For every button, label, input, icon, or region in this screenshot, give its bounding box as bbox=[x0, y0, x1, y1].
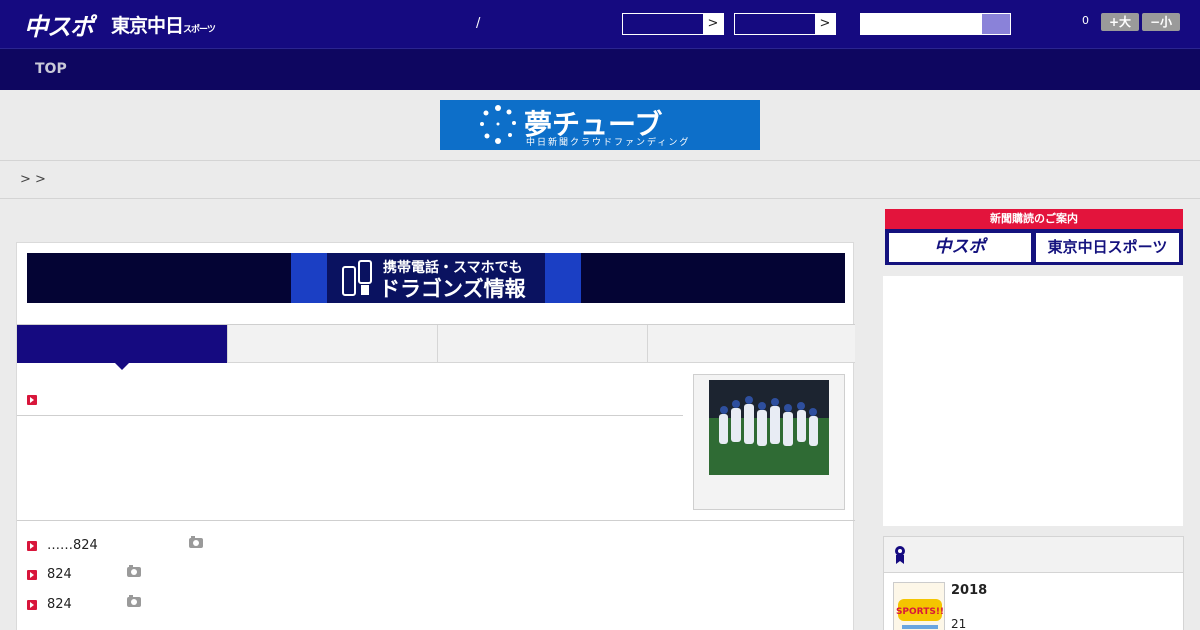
divider bbox=[0, 198, 1200, 199]
search-input[interactable] bbox=[861, 15, 981, 35]
camera-icon bbox=[127, 595, 141, 607]
dots-circle-icon bbox=[480, 105, 516, 144]
category-select-2[interactable]: > bbox=[734, 13, 836, 35]
tokyo-chunichi-logo-text: 東京中日 bbox=[111, 15, 184, 37]
ad-slot[interactable] bbox=[883, 276, 1183, 526]
chevron-right-icon[interactable]: > bbox=[815, 14, 835, 34]
ranking-thumbnail[interactable]: SPORTS!! bbox=[893, 582, 945, 630]
tab-1[interactable] bbox=[17, 325, 227, 370]
tab-2[interactable] bbox=[227, 325, 437, 363]
site-header: 中スポ 東京中日スポーツ / > > 0 +大 −小 bbox=[0, 0, 1200, 48]
search-button[interactable] bbox=[982, 14, 1010, 34]
news-item-text: 824 bbox=[47, 597, 72, 612]
mobile-phone-icon bbox=[342, 260, 372, 296]
news-item-text: ……824 bbox=[47, 538, 98, 553]
dream-tube-banner[interactable]: 夢チューブ 中日新聞クラウドファンディング bbox=[440, 100, 760, 150]
thumbnail-text: SPORTS!! bbox=[896, 607, 944, 617]
tab-3[interactable] bbox=[437, 325, 647, 363]
arrow-right-icon bbox=[27, 600, 37, 610]
site-search bbox=[860, 13, 1011, 35]
mobile-banner-frame: 携帯電話・スマホでも ドラゴンズ情報 bbox=[291, 253, 581, 303]
arrow-right-icon bbox=[27, 395, 37, 405]
category-select-1[interactable]: > bbox=[622, 13, 724, 35]
subscription-ad[interactable]: 新聞購読のご案内 中スポ 東京中日スポーツ bbox=[885, 209, 1183, 265]
font-size-smaller-button[interactable]: −小 bbox=[1142, 13, 1180, 31]
count-indicator: 0 bbox=[1082, 14, 1089, 27]
camera-icon bbox=[127, 565, 141, 577]
sports-magazine-image: SPORTS!! bbox=[894, 583, 944, 630]
arrow-right-icon bbox=[27, 541, 37, 551]
subscription-ad-header: 新聞購読のご案内 bbox=[885, 209, 1183, 229]
news-item-text: 824 bbox=[47, 567, 72, 582]
news-tabs bbox=[17, 324, 855, 370]
top-headline[interactable] bbox=[27, 390, 37, 409]
font-size-larger-button[interactable]: +大 bbox=[1101, 13, 1139, 31]
ranking-header bbox=[884, 537, 1183, 573]
main-content: 携帯電話・スマホでも ドラゴンズ情報 ……824 824 824 bbox=[16, 242, 855, 630]
divider bbox=[17, 520, 855, 521]
ranking-box: SPORTS!! 2018 21 bbox=[883, 536, 1184, 630]
divider bbox=[0, 160, 1200, 161]
subscription-tokyo-chunichi-button[interactable]: 東京中日スポーツ bbox=[1036, 233, 1179, 262]
mobile-banner-center: 携帯電話・スマホでも ドラゴンズ情報 bbox=[327, 253, 545, 303]
arrow-right-icon bbox=[27, 570, 37, 580]
nav-item-top[interactable]: TOP bbox=[35, 61, 67, 77]
camera-icon bbox=[189, 536, 203, 548]
medal-icon bbox=[895, 546, 905, 564]
main-nav: TOP bbox=[0, 48, 1200, 90]
ranking-number: 21 bbox=[951, 617, 967, 630]
mobile-dragons-banner[interactable]: 携帯電話・スマホでも ドラゴンズ情報 bbox=[27, 253, 845, 303]
team-celebration-photo bbox=[709, 380, 829, 475]
dream-tube-subtitle: 中日新聞クラウドファンディング bbox=[526, 138, 691, 148]
chevron-right-icon[interactable]: > bbox=[703, 14, 723, 34]
breadcrumb[interactable]: > > bbox=[20, 172, 46, 187]
headline-photo-box[interactable] bbox=[693, 374, 845, 510]
divider bbox=[17, 415, 683, 416]
subscription-chuspo-button[interactable]: 中スポ bbox=[889, 233, 1031, 262]
tokyo-chunichi-logo[interactable]: 東京中日スポーツ bbox=[111, 11, 216, 38]
mobile-banner-line2: ドラゴンズ情報 bbox=[379, 277, 526, 301]
tokyo-chunichi-logo-suffix: スポーツ bbox=[183, 25, 216, 35]
tab-4[interactable] bbox=[647, 325, 855, 363]
header-separator: / bbox=[476, 16, 481, 31]
chuspo-logo[interactable]: 中スポ bbox=[24, 7, 94, 42]
ranking-title[interactable]: 2018 bbox=[951, 583, 987, 598]
